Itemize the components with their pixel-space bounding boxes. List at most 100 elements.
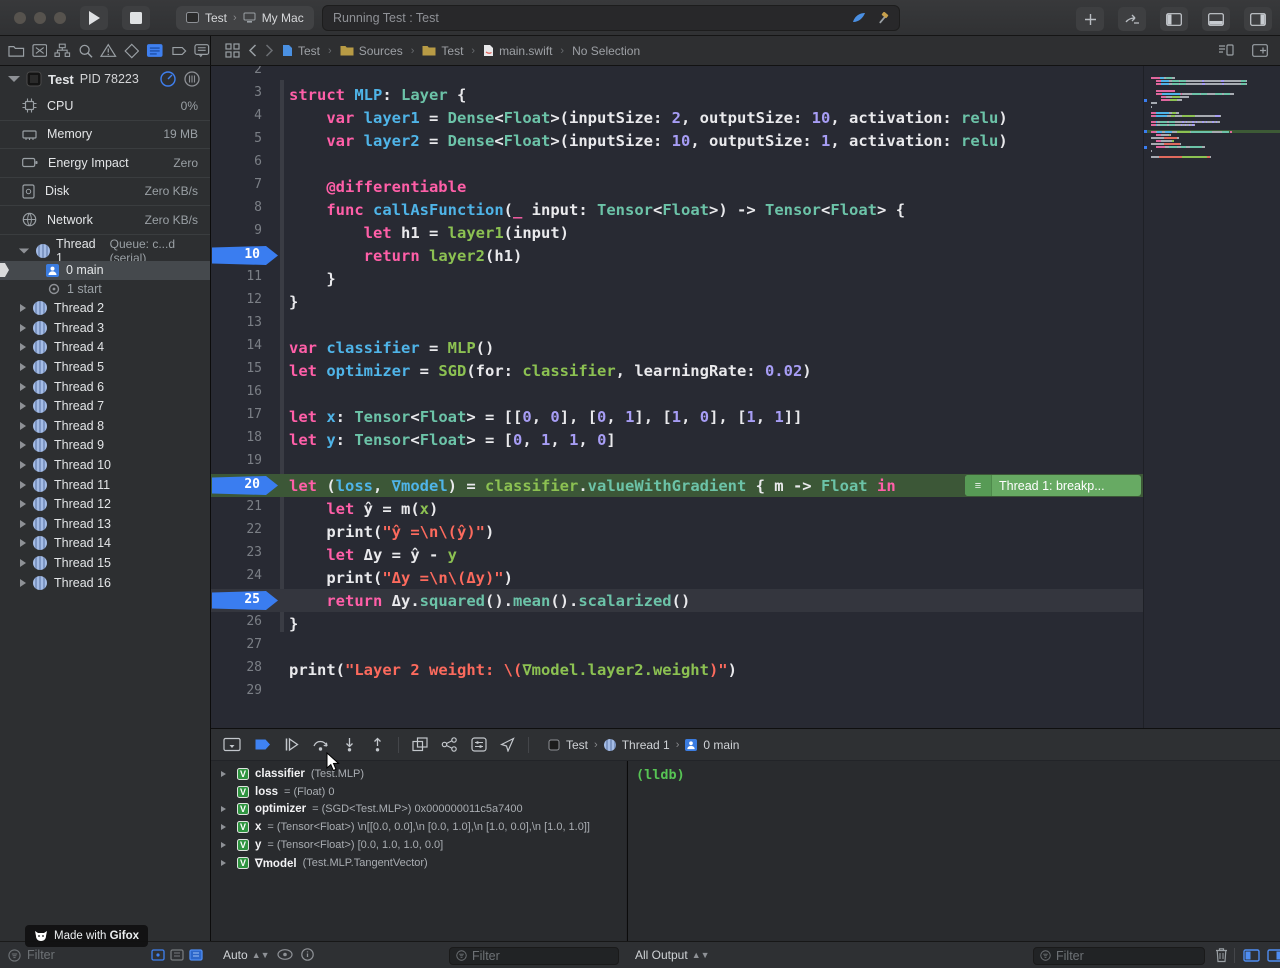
forward-chevron-icon[interactable] bbox=[265, 44, 274, 57]
code-line[interactable]: 19 bbox=[211, 451, 1143, 474]
disclosure-triangle-icon[interactable] bbox=[20, 422, 26, 430]
breadcrumb-item-sources[interactable]: Sources bbox=[340, 44, 403, 58]
variable-row[interactable]: Vclassifier(Test.MLP) bbox=[211, 765, 626, 783]
disclosure-triangle-icon[interactable] bbox=[221, 860, 231, 866]
variables-filter-field[interactable]: Filter bbox=[449, 947, 619, 965]
debug-navigator-icon[interactable] bbox=[146, 43, 164, 58]
navigator-filter-input[interactable]: Filter bbox=[27, 948, 55, 962]
code-line[interactable]: 26} bbox=[211, 612, 1143, 635]
thread-row[interactable]: Thread 13 bbox=[0, 514, 210, 534]
code-line[interactable]: 18let y: Tensor<Float> = [0, 1, 1, 0] bbox=[211, 428, 1143, 451]
related-items-icon[interactable] bbox=[225, 43, 240, 58]
thread-row[interactable]: Thread 2 bbox=[0, 299, 210, 319]
gutter[interactable]: 21 bbox=[211, 497, 283, 520]
thread-row[interactable]: Thread 5 bbox=[0, 357, 210, 377]
run-button[interactable] bbox=[80, 6, 108, 30]
gutter[interactable]: 16 bbox=[211, 382, 283, 405]
disclosure-triangle-icon[interactable] bbox=[20, 304, 26, 312]
issues-navigator-icon[interactable] bbox=[100, 43, 117, 58]
process-row[interactable]: Test PID 78223 bbox=[0, 66, 210, 92]
disclosure-triangle-icon[interactable] bbox=[20, 461, 26, 469]
continue-button[interactable] bbox=[284, 737, 299, 752]
code-line[interactable]: 7 @differentiable bbox=[211, 175, 1143, 198]
gutter[interactable]: 15 bbox=[211, 359, 283, 382]
code-line[interactable]: 20let (loss, ∇model) = classifier.valueW… bbox=[211, 474, 1143, 497]
breadcrumb-item-file[interactable]: main.swift bbox=[483, 44, 552, 58]
disclosure-triangle-icon[interactable] bbox=[20, 402, 26, 410]
thread-row[interactable]: Thread 15 bbox=[0, 553, 210, 573]
debug-breadcrumb-frame[interactable]: 0 main bbox=[703, 738, 739, 752]
gutter[interactable]: 10 bbox=[211, 244, 283, 267]
gutter[interactable]: 3 bbox=[211, 83, 283, 106]
code-line[interactable]: 22 print("ŷ =\n\(ŷ)") bbox=[211, 520, 1143, 543]
console-output-selector[interactable]: All Output▲▼ bbox=[635, 948, 710, 962]
code-line[interactable]: 9 let h1 = layer1(input) bbox=[211, 221, 1143, 244]
gutter[interactable]: 20 bbox=[211, 474, 283, 497]
disclosure-triangle-icon[interactable] bbox=[20, 363, 26, 371]
toggle-console-view-icon[interactable] bbox=[1267, 949, 1280, 962]
breakpoint-hit-badge[interactable]: ≡Thread 1: breakp... bbox=[965, 475, 1141, 496]
code-line[interactable]: 10 return layer2(h1) bbox=[211, 244, 1143, 267]
thread-row[interactable]: Thread 4 bbox=[0, 338, 210, 358]
code-line[interactable]: 12} bbox=[211, 290, 1143, 313]
gutter[interactable]: 9 bbox=[211, 221, 283, 244]
thread-row[interactable]: Thread 8 bbox=[0, 416, 210, 436]
thread-row[interactable]: Thread 9 bbox=[0, 436, 210, 456]
gutter[interactable]: 12 bbox=[211, 290, 283, 313]
gutter[interactable]: 17 bbox=[211, 405, 283, 428]
filter-running-icon[interactable] bbox=[151, 949, 165, 961]
thread-row[interactable]: Thread 6 bbox=[0, 377, 210, 397]
tests-navigator-icon[interactable] bbox=[124, 43, 140, 59]
thread-row[interactable]: Thread 14 bbox=[0, 534, 210, 554]
simulate-location-button[interactable] bbox=[500, 737, 515, 752]
find-navigator-icon[interactable] bbox=[54, 43, 71, 58]
toggle-debug-area-button[interactable] bbox=[1202, 7, 1230, 31]
gutter[interactable]: 26 bbox=[211, 612, 283, 635]
stack-frame-start[interactable]: 1 start bbox=[0, 280, 210, 299]
stack-frame-main[interactable]: 0 main bbox=[0, 261, 210, 280]
scheme-selector[interactable]: Test › My Mac bbox=[176, 6, 314, 30]
code-line[interactable]: 14var classifier = MLP() bbox=[211, 336, 1143, 359]
disclosure-triangle-icon[interactable] bbox=[221, 842, 231, 848]
variables-scope-selector[interactable]: Auto▲▼ bbox=[223, 948, 270, 962]
gutter[interactable]: 6 bbox=[211, 152, 283, 175]
code-line[interactable]: 2 bbox=[211, 66, 1143, 83]
breadcrumb-item-project[interactable]: Test bbox=[282, 44, 320, 58]
code-line[interactable]: 15let optimizer = SGD(for: classifier, l… bbox=[211, 359, 1143, 382]
quicklook-eye-icon[interactable] bbox=[277, 949, 293, 960]
debug-activity-icon[interactable] bbox=[852, 12, 866, 24]
debug-breadcrumb-target[interactable]: Test bbox=[566, 738, 588, 752]
gutter[interactable]: 24 bbox=[211, 566, 283, 589]
disclosure-triangle-icon[interactable] bbox=[20, 500, 26, 508]
thread-row[interactable]: Thread 7 bbox=[0, 396, 210, 416]
search-navigator-icon[interactable] bbox=[78, 43, 94, 59]
add-editor-icon[interactable] bbox=[1252, 44, 1268, 57]
breakpoints-toggle-button[interactable] bbox=[254, 738, 271, 751]
library-add-button[interactable] bbox=[1076, 7, 1104, 31]
clear-console-trash-icon[interactable] bbox=[1215, 947, 1228, 963]
gauge-network[interactable]: Network Zero KB/s bbox=[0, 206, 210, 235]
code-line[interactable]: 27 bbox=[211, 635, 1143, 658]
debug-memory-graph-button[interactable] bbox=[441, 737, 458, 752]
toggle-navigator-button[interactable] bbox=[1160, 7, 1188, 31]
disclosure-triangle-icon[interactable] bbox=[19, 248, 29, 253]
debug-view-hierarchy-button[interactable] bbox=[412, 737, 428, 752]
code-line[interactable]: 28print("Layer 2 weight: \(∇model.layer2… bbox=[211, 658, 1143, 681]
adjust-editor-icon[interactable] bbox=[1218, 44, 1234, 57]
pause-process-icon[interactable] bbox=[160, 71, 176, 87]
breakpoint-marker[interactable]: 25 bbox=[212, 591, 278, 610]
variable-row[interactable]: Vloss= (Float) 0 bbox=[211, 783, 626, 801]
debug-breadcrumb-thread[interactable]: Thread 1 bbox=[622, 738, 670, 752]
console-filter-field[interactable]: Filter bbox=[1033, 947, 1205, 965]
badge-handle-icon[interactable]: ≡ bbox=[965, 475, 992, 496]
code-line[interactable]: 24 print("Δy =\n\(Δy)") bbox=[211, 566, 1143, 589]
code-line[interactable]: 6 bbox=[211, 152, 1143, 175]
gutter[interactable]: 25 bbox=[211, 589, 283, 612]
variable-row[interactable]: V∇model(Test.MLP.TangentVector) bbox=[211, 854, 626, 872]
info-icon[interactable] bbox=[301, 948, 314, 961]
gutter[interactable]: 2 bbox=[211, 66, 283, 83]
disclosure-triangle-icon[interactable] bbox=[221, 824, 231, 830]
window-zoom-button[interactable] bbox=[54, 12, 66, 24]
code-line[interactable]: 29 bbox=[211, 681, 1143, 704]
code-line[interactable]: 17let x: Tensor<Float> = [[0, 0], [0, 1]… bbox=[211, 405, 1143, 428]
